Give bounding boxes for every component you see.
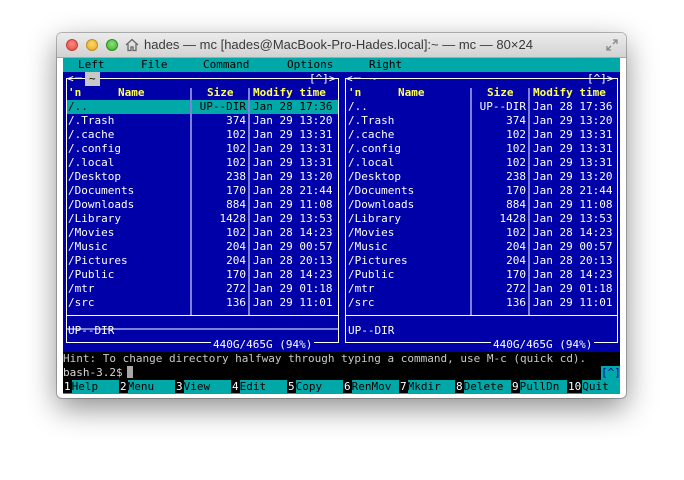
right-header-name[interactable]: Name [398, 86, 425, 100]
text-cursor [126, 366, 133, 378]
left-header-mtime[interactable]: Modify time [253, 86, 326, 100]
fkey-view[interactable]: 3View [175, 380, 210, 394]
table-row[interactable]: /Library 1428 Jan 29 13:53 [63, 212, 620, 226]
table-row[interactable]: /mtr 272 Jan 29 01:18 [63, 282, 620, 296]
fkey-copy[interactable]: 5Copy [287, 380, 322, 394]
right-panel-corner[interactable]: [^]> [587, 72, 614, 86]
fkey-quit[interactable]: 10Quit [567, 380, 609, 394]
fkey-mkdir[interactable]: 7Mkdir [399, 380, 441, 394]
table-row[interactable]: /.cache 102 Jan 29 13:31 [63, 128, 620, 142]
maximize-icon[interactable] [106, 39, 118, 51]
table-row[interactable]: /.config 102 Jan 29 13:31 [63, 142, 620, 156]
terminal-window: hades — mc [hades@MacBook-Pro-Hades.loca… [57, 33, 626, 398]
left-panel-status: UP--DIR [68, 324, 115, 337]
shell-prompt: bash-3.2$ [63, 366, 133, 380]
close-icon[interactable] [66, 39, 78, 51]
right-panel-path[interactable]: ~ [370, 72, 377, 86]
home-icon [125, 38, 139, 52]
left-disk-usage: 440G/465G (94%) [211, 338, 315, 352]
table-row[interactable]: /.local 102 Jan 29 13:31 [63, 156, 620, 170]
fkey-delete[interactable]: 8Delete [455, 380, 503, 394]
table-row[interactable]: /Downloads 884 Jan 29 11:08 [63, 198, 620, 212]
disk-usage-lines: 440G/465G (94%) 440G/465G (94%) [63, 338, 620, 352]
table-row[interactable]: /.. UP--DIR Jan 28 17:36 [63, 100, 620, 114]
command-line[interactable]: bash-3.2$ [^] [63, 366, 620, 380]
fkey-help[interactable]: 1Help [63, 380, 98, 394]
table-row[interactable]: /src 136 Jan 29 11:01 [63, 296, 620, 310]
left-sort-indicator[interactable]: 'n [68, 86, 81, 100]
title-bar[interactable]: hades — mc [hades@MacBook-Pro-Hades.loca… [57, 33, 626, 58]
hint-line: Hint: To change directory halfway throug… [63, 352, 620, 366]
cmdline-corner[interactable]: [^] [601, 366, 620, 380]
fkey-pulldn[interactable]: 9PullDn [511, 380, 559, 394]
right-disk-usage: 440G/465G (94%) [491, 338, 595, 352]
window-title: hades — mc [hades@MacBook-Pro-Hades.loca… [144, 37, 533, 52]
right-header-size[interactable]: Size [487, 86, 514, 100]
table-row[interactable]: /.Trash 374 Jan 29 13:20 [63, 114, 620, 128]
fkey-renmov[interactable]: 6RenMov [343, 380, 391, 394]
table-row[interactable]: /Public 170 Jan 28 14:23 [63, 268, 620, 282]
function-key-bar: 1Help 2Menu 3View 4Edit 5Copy 6RenMov 7M… [63, 380, 620, 394]
table-row[interactable]: /Pictures 204 Jan 28 20:13 [63, 254, 620, 268]
minimize-icon[interactable] [86, 39, 98, 51]
table-row[interactable]: /Documents 170 Jan 28 21:44 [63, 184, 620, 198]
left-header-size[interactable]: Size [207, 86, 234, 100]
table-row[interactable]: /Desktop 238 Jan 29 13:20 [63, 170, 620, 184]
table-row[interactable]: /Movies 102 Jan 28 14:23 [63, 226, 620, 240]
fullscreen-icon[interactable] [606, 39, 618, 51]
status-lines: UP--DIR UP--DIR [63, 324, 620, 338]
left-panel-headers: 'n Name Size Modify time 'n Name Size Mo… [63, 86, 620, 100]
fkey-menu[interactable]: 2Menu [119, 380, 154, 394]
right-panel-topline: < ─ ~ [^]> [346, 72, 614, 86]
right-sort-indicator[interactable]: 'n [348, 86, 361, 100]
left-header-name[interactable]: Name [118, 86, 145, 100]
right-panel-status: UP--DIR [348, 324, 395, 337]
fkey-edit[interactable]: 4Edit [231, 380, 266, 394]
terminal-screen[interactable]: Left File Command Options Right < ─ ~ [^… [63, 58, 620, 394]
right-header-mtime[interactable]: Modify time [533, 86, 606, 100]
table-row[interactable]: /Music 204 Jan 29 00:57 [63, 240, 620, 254]
